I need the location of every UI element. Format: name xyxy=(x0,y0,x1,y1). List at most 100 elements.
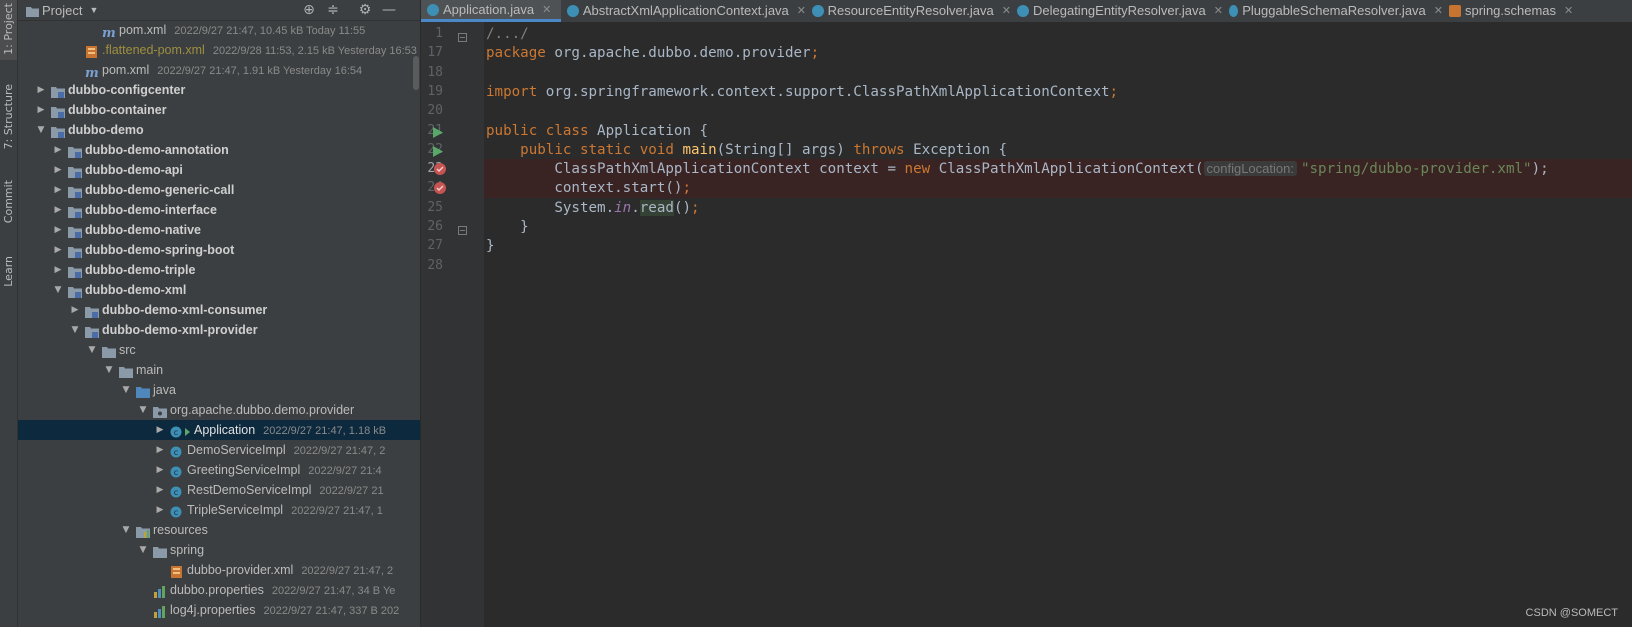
code-line[interactable]: public static void main(String[] args) t… xyxy=(484,140,1632,160)
code-line[interactable]: package org.apache.dubbo.demo.provider; xyxy=(484,43,1632,63)
tree-row[interactable]: m pom.xml 2022/9/27 21:47, 1.91 kB Yesterd… xyxy=(18,60,420,81)
tree-row[interactable]: ▼ java xyxy=(18,380,420,400)
expand-arrow-icon[interactable]: ▼ xyxy=(69,320,81,340)
tree-row[interactable]: ▶ dubbo-demo-annotation xyxy=(18,140,420,160)
code-line[interactable]: /.../ xyxy=(484,24,1632,44)
code-token: public static void xyxy=(520,141,683,158)
tree-row[interactable]: ▶ dubbo-demo-generic-call xyxy=(18,180,420,200)
tree-row[interactable]: ▼ src xyxy=(18,340,420,360)
tree-row[interactable]: ▶ dubbo-demo-api xyxy=(18,160,420,180)
collapse-arrow-icon[interactable]: ▶ xyxy=(52,260,64,280)
tree-row[interactable]: ▶ dubbo-configcenter xyxy=(18,80,420,100)
collapse-all-icon[interactable]: ≑ xyxy=(324,1,342,19)
collapse-arrow-icon[interactable]: ▶ xyxy=(35,80,47,100)
close-icon[interactable]: ✕ xyxy=(1434,1,1443,21)
editor-tab[interactable]: DelegatingEntityResolver.java ✕ xyxy=(1011,0,1223,22)
tree-row-label: org.apache.dubbo.demo.provider xyxy=(170,403,355,417)
line-number: 1 xyxy=(435,26,443,41)
stripe-commit-button[interactable]: Commit xyxy=(0,180,17,240)
tree-row[interactable]: ▼ dubbo-demo-xml-provider xyxy=(18,320,420,340)
code-token: new xyxy=(904,161,939,178)
tree-row[interactable]: ▼ main xyxy=(18,360,420,380)
tree-row[interactable]: ▶ dubbo-demo-triple xyxy=(18,260,420,280)
module-icon xyxy=(85,304,99,318)
close-icon[interactable]: ✕ xyxy=(1002,1,1011,21)
code-line[interactable]: ClassPathXmlApplicationContext context =… xyxy=(484,159,1632,180)
collapse-arrow-icon[interactable]: ▶ xyxy=(154,500,166,520)
tree-row[interactable]: ▶ dubbo-demo-native xyxy=(18,220,420,240)
code-line[interactable]: import org.springframework.context.suppo… xyxy=(484,82,1632,102)
collapse-arrow-icon[interactable]: ▶ xyxy=(52,180,64,200)
collapse-arrow-icon[interactable]: ▶ xyxy=(154,440,166,460)
tree-row[interactable]: ▼ resources xyxy=(18,520,420,540)
tree-row[interactable]: ▶ c DemoServiceImpl 2022/9/27 21:47, 2 xyxy=(18,440,420,460)
collapse-arrow-icon[interactable]: ▶ xyxy=(154,420,166,440)
fold-icon[interactable] xyxy=(458,222,467,240)
code-line[interactable]: public class Application { xyxy=(484,121,1632,141)
expand-arrow-icon[interactable]: ▼ xyxy=(86,340,98,360)
code-line[interactable] xyxy=(484,101,1632,121)
tree-row[interactable]: ▶ dubbo-demo-interface xyxy=(18,200,420,220)
editor-tab[interactable]: PluggableSchemaResolver.java ✕ xyxy=(1223,0,1443,22)
chevron-down-icon[interactable]: ▼ xyxy=(89,5,98,15)
tree-row[interactable]: ▼ org.apache.dubbo.demo.provider xyxy=(18,400,420,420)
tree-row[interactable]: ▶ c Application 2022/9/27 21:47, 1.18 kB xyxy=(18,420,420,440)
collapse-arrow-icon[interactable]: ▶ xyxy=(69,300,81,320)
tree-row[interactable]: ▼ dubbo-demo-xml xyxy=(18,280,420,300)
tree-row[interactable]: dubbo-provider.xml 2022/9/27 21:47, 2 xyxy=(18,560,420,580)
collapse-arrow-icon[interactable]: ▶ xyxy=(35,100,47,120)
expand-arrow-icon[interactable]: ▼ xyxy=(137,400,149,420)
tree-row[interactable]: ▶ dubbo-demo-spring-boot xyxy=(18,240,420,260)
code-editor[interactable]: /.../package org.apache.dubbo.demo.provi… xyxy=(484,22,1632,627)
scrollbar-thumb[interactable] xyxy=(413,56,419,90)
expand-arrow-icon[interactable]: ▼ xyxy=(120,380,132,400)
expand-arrow-icon[interactable]: ▼ xyxy=(52,280,64,300)
tree-row[interactable]: ▶ dubbo-container xyxy=(18,100,420,120)
tree-row[interactable]: .flattened-pom.xml 2022/9/28 11:53, 2.15 … xyxy=(18,40,420,60)
tree-row[interactable]: ▶ c TripleServiceImpl 2022/9/27 21:47, 1 xyxy=(18,500,420,520)
collapse-arrow-icon[interactable]: ▶ xyxy=(52,160,64,180)
tree-row[interactable]: ▶ c GreetingServiceImpl 2022/9/27 21:4 xyxy=(18,460,420,480)
editor-tab[interactable]: spring.schemas ✕ xyxy=(1443,0,1583,22)
collapse-arrow-icon[interactable]: ▶ xyxy=(154,480,166,500)
locate-icon[interactable]: ⊕ xyxy=(300,1,318,19)
editor-tab[interactable]: AbstractXmlApplicationContext.java ✕ xyxy=(561,0,806,22)
close-icon[interactable]: ✕ xyxy=(1564,1,1573,21)
gear-icon[interactable]: ⚙ xyxy=(356,1,374,19)
code-line[interactable]: } xyxy=(484,236,1632,256)
close-icon[interactable]: ✕ xyxy=(797,1,806,21)
close-icon[interactable]: ✕ xyxy=(542,0,551,20)
tree-row[interactable]: ▼ dubbo-demo xyxy=(18,120,420,140)
collapse-arrow-icon[interactable]: ▶ xyxy=(154,460,166,480)
tree-row[interactable]: dubbo.properties 2022/9/27 21:47, 34 B Ye xyxy=(18,580,420,600)
code-line[interactable]: context.start(); xyxy=(484,178,1632,199)
minimize-icon[interactable]: — xyxy=(380,1,398,19)
tree-row-meta: 2022/9/27 21:47, 2 xyxy=(301,565,394,577)
expand-arrow-icon[interactable]: ▼ xyxy=(120,520,132,540)
tree-row[interactable]: ▶ dubbo-demo-xml-consumer xyxy=(18,300,420,320)
stripe-project-button[interactable]: 1: Project xyxy=(0,0,17,60)
tree-row[interactable]: m pom.xml 2022/9/27 21:47, 10.45 kB Today … xyxy=(18,20,420,41)
collapse-arrow-icon[interactable]: ▶ xyxy=(52,140,64,160)
close-icon[interactable]: ✕ xyxy=(1214,1,1223,21)
code-line[interactable]: System.in.read(); xyxy=(484,198,1632,218)
editor-tab-label: spring.schemas xyxy=(1465,3,1557,18)
fold-icon[interactable] xyxy=(458,29,467,47)
collapse-arrow-icon[interactable]: ▶ xyxy=(52,220,64,240)
expand-arrow-icon[interactable]: ▼ xyxy=(35,120,47,140)
editor-tab[interactable]: Application.java ✕ xyxy=(421,0,561,22)
tree-row[interactable]: ▶ c RestDemoServiceImpl 2022/9/27 21 xyxy=(18,480,420,500)
code-line[interactable]: } xyxy=(484,217,1632,237)
expand-arrow-icon[interactable]: ▼ xyxy=(103,360,115,380)
editor-tab[interactable]: ResourceEntityResolver.java ✕ xyxy=(806,0,1011,22)
code-line[interactable] xyxy=(484,63,1632,83)
code-line[interactable] xyxy=(484,256,1632,276)
collapse-arrow-icon[interactable]: ▶ xyxy=(52,200,64,220)
project-panel-title[interactable]: Project xyxy=(42,3,82,18)
stripe-structure-button[interactable]: 7: Structure xyxy=(0,84,17,164)
tree-row[interactable]: ▼ spring xyxy=(18,540,420,560)
expand-arrow-icon[interactable]: ▼ xyxy=(137,540,149,560)
collapse-arrow-icon[interactable]: ▶ xyxy=(52,240,64,260)
stripe-learn-button[interactable]: Learn xyxy=(0,256,17,306)
tree-row[interactable]: log4j.properties 2022/9/27 21:47, 337 B 2… xyxy=(18,600,420,620)
